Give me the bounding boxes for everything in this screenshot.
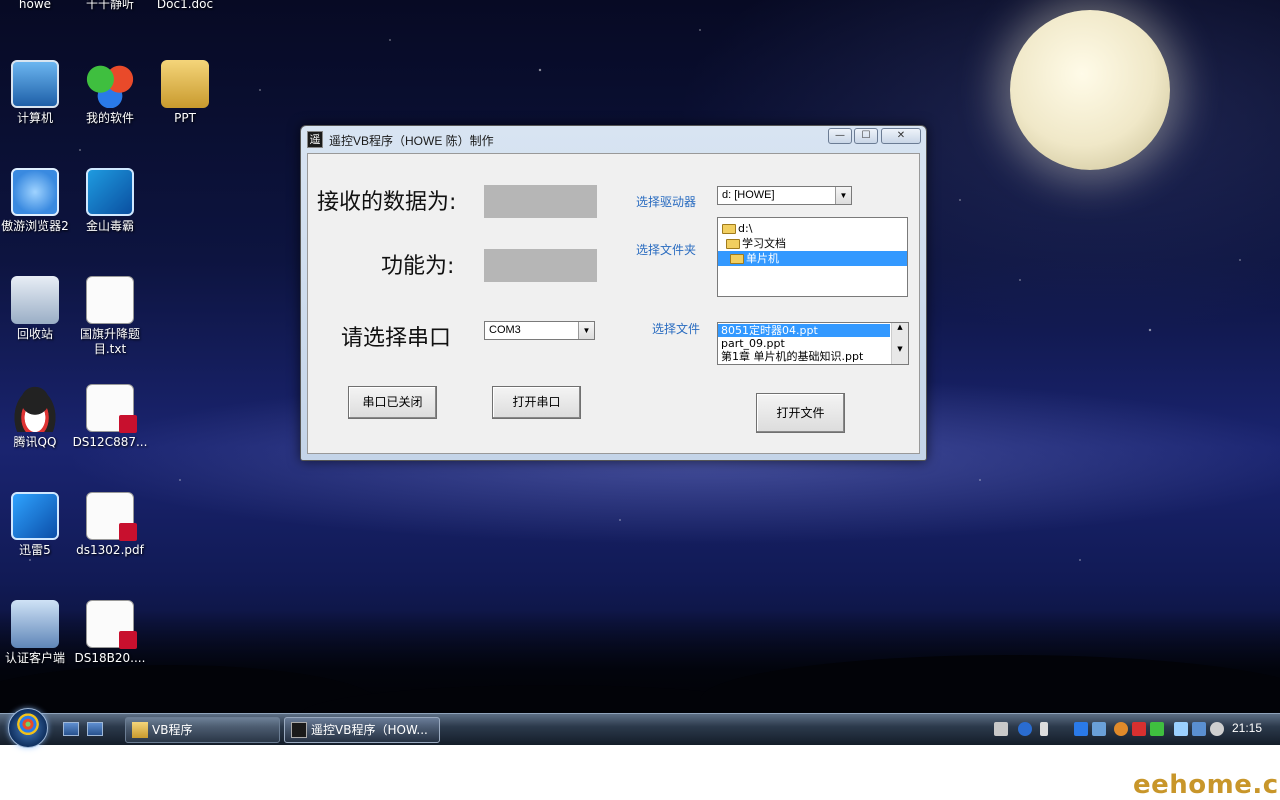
desktop-icon-computer[interactable]: 计算机 bbox=[0, 60, 75, 126]
folder-item-selected[interactable]: 单片机 bbox=[718, 251, 907, 266]
file-item[interactable]: 第1章 单片机的基础知识.ppt bbox=[718, 350, 908, 363]
recycle-bin-icon bbox=[11, 276, 59, 324]
file-item-selected[interactable]: 8051定时器04.ppt bbox=[718, 324, 890, 337]
folder-listbox[interactable]: d:\ 学习文档 单片机 bbox=[717, 217, 908, 297]
pen-icon[interactable] bbox=[1040, 722, 1048, 736]
antivirus-icon bbox=[86, 168, 134, 216]
port-select-label: 请选择串口 bbox=[341, 326, 452, 351]
scroll-down-icon[interactable]: ▼ bbox=[892, 345, 908, 353]
chevron-down-icon[interactable]: ▼ bbox=[578, 322, 594, 339]
open-file-button[interactable]: 打开文件 bbox=[756, 393, 845, 433]
vb-remote-window: 遥 遥控VB程序（HOWE 陈）制作 — ☐ ✕ 接收的数据为: 功能为: 请选… bbox=[300, 125, 927, 461]
desktop-icon-jinshan[interactable]: 金山毒霸 bbox=[70, 168, 150, 234]
window-titlebar[interactable]: 遥 遥控VB程序（HOWE 陈）制作 — ☐ ✕ bbox=[301, 126, 926, 153]
desktop-icon-ds1302[interactable]: ds1302.pdf bbox=[70, 492, 150, 558]
app-icon bbox=[291, 722, 307, 738]
folder-item[interactable]: d:\ bbox=[718, 221, 907, 236]
watermark: eehome.cn bbox=[1133, 770, 1280, 800]
desktop-label-howe[interactable]: howe bbox=[0, 0, 75, 12]
taskbar: VB程序 遥控VB程序（HOW... 21:15 bbox=[0, 708, 1280, 748]
function-display bbox=[484, 249, 597, 282]
language-icon[interactable] bbox=[1074, 722, 1088, 736]
folder-icon bbox=[730, 254, 744, 264]
browser-icon bbox=[11, 168, 59, 216]
taskbar-item-vb-folder[interactable]: VB程序 bbox=[125, 717, 280, 743]
monitor-network-icon[interactable] bbox=[1192, 722, 1206, 736]
app-icon: 遥 bbox=[307, 131, 323, 148]
folder-item[interactable]: 学习文档 bbox=[718, 236, 907, 251]
check-shield-icon[interactable] bbox=[1150, 722, 1164, 736]
desktop-icon-xunlei[interactable]: 迅雷5 bbox=[0, 492, 75, 558]
folder-icon bbox=[726, 239, 740, 249]
function-label: 功能为: bbox=[381, 254, 455, 279]
thunder-download-icon bbox=[11, 492, 59, 540]
device-icon[interactable] bbox=[1174, 722, 1188, 736]
desktop-label-doc1[interactable]: Doc1.doc bbox=[145, 0, 225, 12]
window-client-area: 接收的数据为: 功能为: 请选择串口 COM3 ▼ 选择驱动器 d: [HOWE… bbox=[307, 153, 920, 454]
moon bbox=[1010, 10, 1170, 170]
close-button[interactable]: ✕ bbox=[881, 128, 921, 144]
desktop-icon-my-software[interactable]: 我的软件 bbox=[70, 60, 150, 126]
keyboard-icon[interactable] bbox=[994, 722, 1008, 736]
clock[interactable]: 21:15 bbox=[1232, 721, 1262, 735]
desktop-label-qianqian[interactable]: 千千静听 bbox=[70, 0, 150, 12]
help-icon[interactable] bbox=[1018, 722, 1032, 736]
open-port-button[interactable]: 打开串口 bbox=[492, 386, 581, 419]
chevron-down-icon[interactable]: ▼ bbox=[835, 187, 851, 204]
window-title: 遥控VB程序（HOWE 陈）制作 bbox=[329, 134, 494, 148]
butterfly-icon bbox=[86, 60, 134, 108]
file-listbox[interactable]: 8051定时器04.ppt part_09.ppt 第1章 单片机的基础知识.p… bbox=[717, 322, 909, 365]
qq-penguin-icon bbox=[11, 384, 59, 432]
folder-icon bbox=[161, 60, 209, 108]
port-selected-value: COM3 bbox=[489, 324, 521, 336]
network-icon[interactable] bbox=[1092, 722, 1106, 736]
desktop-icon-recycle-bin[interactable]: 回收站 bbox=[0, 276, 75, 342]
text-file-icon bbox=[86, 276, 134, 324]
received-data-label: 接收的数据为: bbox=[317, 190, 457, 215]
security-shield-icon[interactable] bbox=[1132, 722, 1146, 736]
port-status-button[interactable]: 串口已关闭 bbox=[348, 386, 437, 419]
network-client-icon bbox=[11, 600, 59, 648]
desktop-icon-maxthon[interactable]: 傲游浏览器2 bbox=[0, 168, 75, 234]
start-button[interactable] bbox=[8, 708, 48, 748]
update-icon[interactable] bbox=[1114, 722, 1128, 736]
folder-icon bbox=[132, 722, 148, 738]
desktop-icon-ppt-folder[interactable]: PPT bbox=[145, 60, 225, 126]
port-combobox[interactable]: COM3 ▼ bbox=[484, 321, 595, 340]
folder-select-label: 选择文件夹 bbox=[636, 243, 697, 257]
drive-select-label: 选择驱动器 bbox=[636, 195, 697, 209]
taskbar-item-vb-remote[interactable]: 遥控VB程序（HOW... bbox=[284, 717, 440, 743]
drive-selected-value: d: [HOWE] bbox=[722, 189, 775, 201]
desktop-icon-ds18b20[interactable]: DS18B20.... bbox=[70, 600, 150, 666]
desktop-icon-auth-client[interactable]: 认证客户端 bbox=[0, 600, 75, 666]
desktop-icon-qq[interactable]: 腾讯QQ bbox=[0, 384, 75, 450]
file-select-label: 选择文件 bbox=[652, 322, 701, 336]
computer-icon bbox=[11, 60, 59, 108]
volume-icon[interactable] bbox=[1210, 722, 1224, 736]
pdf-file-icon bbox=[86, 492, 137, 541]
minimize-button[interactable]: — bbox=[828, 128, 852, 144]
file-item[interactable]: part_09.ppt bbox=[718, 337, 908, 350]
drive-combobox[interactable]: d: [HOWE] ▼ bbox=[717, 186, 852, 205]
pdf-file-icon bbox=[86, 384, 137, 433]
desktop-icon-ds12c887[interactable]: DS12C887... bbox=[70, 384, 150, 450]
maximize-button[interactable]: ☐ bbox=[854, 128, 878, 144]
folder-icon bbox=[722, 224, 736, 234]
file-list-scrollbar[interactable]: ▲ ▼ bbox=[891, 323, 908, 364]
switch-windows-icon[interactable] bbox=[87, 722, 103, 736]
pdf-file-icon bbox=[86, 600, 137, 649]
received-data-display bbox=[484, 185, 597, 218]
show-desktop-icon[interactable] bbox=[63, 722, 79, 736]
desktop-icon-flag-txt[interactable]: 国旗升降题目.txt bbox=[70, 276, 150, 357]
desktop: howe 千千静听 Doc1.doc 计算机 我的软件 PPT 傲游浏览器2 金… bbox=[0, 0, 1280, 745]
scroll-up-icon[interactable]: ▲ bbox=[892, 323, 908, 331]
